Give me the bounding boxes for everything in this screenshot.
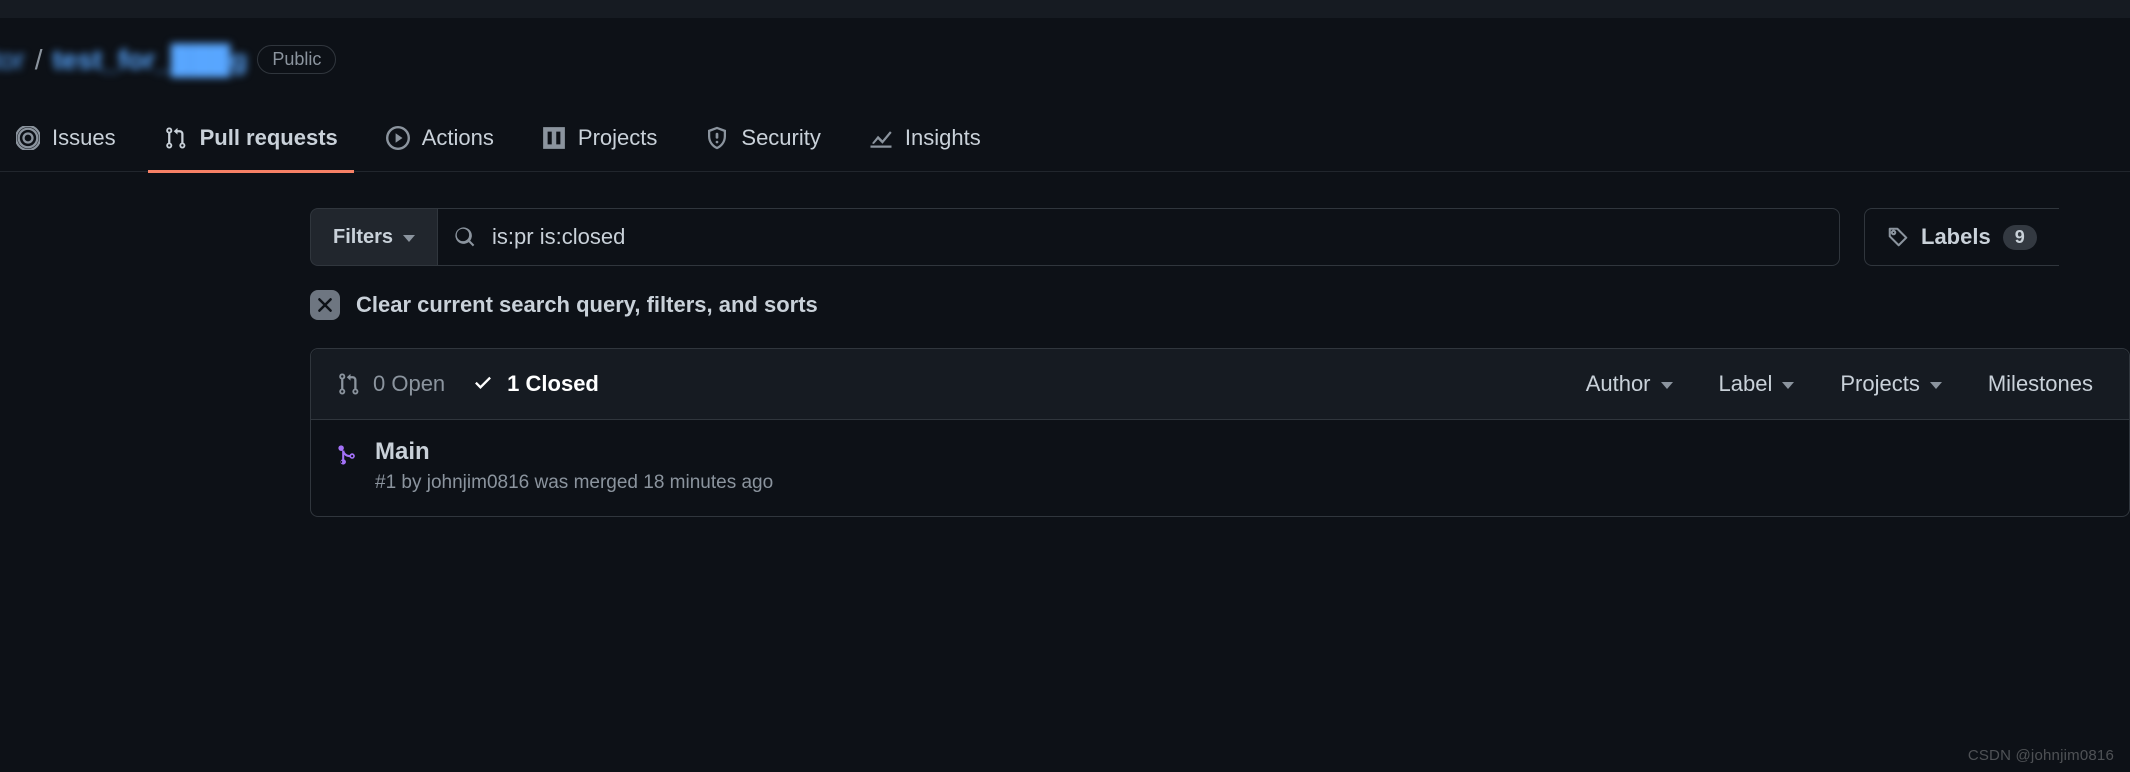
repo-header: tor / test_for_███g Public Issues Pull r… [0,18,2130,172]
tab-projects-label: Projects [578,125,657,151]
labels-button[interactable]: Labels 9 [1864,208,2059,266]
check-icon [471,372,495,396]
labels-count-badge: 9 [2003,225,2037,250]
open-tab-label: 0 Open [373,371,445,397]
tag-icon [1887,226,1909,248]
closed-tab-label: 1 Closed [507,371,599,397]
git-pull-request-icon [337,372,361,396]
filter-dropdowns: Author Label Projects Milestones [1586,371,2103,397]
tab-actions-label: Actions [422,125,494,151]
open-tab[interactable]: 0 Open [337,371,445,397]
git-merge-icon [337,444,359,466]
tab-issues[interactable]: Issues [0,111,140,171]
chevron-down-icon [403,235,415,242]
search-input[interactable] [492,224,1823,250]
close-icon [310,290,340,320]
play-icon [386,126,410,150]
clear-filters-label: Clear current search query, filters, and… [356,292,818,318]
labels-button-label: Labels [1921,224,1991,250]
filter-search-group: Filters [310,208,1840,266]
chevron-down-icon [1782,382,1794,389]
closed-tab[interactable]: 1 Closed [471,371,599,397]
search-box[interactable] [437,208,1840,266]
watermark: CSDN @johnjim0816 [1968,747,2114,764]
path-separator: / [35,42,43,77]
search-row: Filters Labels 9 [310,208,2130,266]
repo-nav: Issues Pull requests Actions Projects Se… [0,111,2130,172]
pr-list-item[interactable]: Main #1 by johnjim0816 was merged 18 min… [311,420,2129,516]
pr-item-body: Main #1 by johnjim0816 was merged 18 min… [375,438,773,494]
projects-filter[interactable]: Projects [1840,371,1941,397]
issues-content: Filters Labels 9 Clear current search qu… [0,172,2130,517]
tab-insights-label: Insights [905,125,981,151]
global-topbar [0,0,2130,18]
graph-icon [869,126,893,150]
pr-meta: #1 by johnjim0816 was merged 18 minutes … [375,472,773,494]
tab-security-label: Security [741,125,820,151]
repo-title: tor / test_for_███g Public [0,42,2130,77]
author-filter-label: Author [1586,371,1651,397]
label-filter[interactable]: Label [1719,371,1795,397]
milestones-filter-label: Milestones [1988,371,2093,397]
shield-icon [705,126,729,150]
repo-name-link[interactable]: test_for_███g [52,42,247,77]
pr-list-header: 0 Open 1 Closed Author Label Projects [311,349,2129,420]
tab-issues-label: Issues [52,125,116,151]
filters-button-label: Filters [333,226,393,249]
pr-list-box: 0 Open 1 Closed Author Label Projects [310,348,2130,517]
chevron-down-icon [1930,382,1942,389]
state-tabs: 0 Open 1 Closed [337,371,599,397]
pr-title-link[interactable]: Main [375,438,773,466]
label-filter-label: Label [1719,371,1773,397]
projects-filter-label: Projects [1840,371,1919,397]
clear-filters-button[interactable]: Clear current search query, filters, and… [310,290,2130,320]
chevron-down-icon [1661,382,1673,389]
tab-security[interactable]: Security [681,111,844,171]
tab-pull-requests-label: Pull requests [200,125,338,151]
filters-button[interactable]: Filters [310,208,437,266]
tab-projects[interactable]: Projects [518,111,681,171]
project-icon [542,126,566,150]
search-icon [454,226,476,248]
author-filter[interactable]: Author [1586,371,1673,397]
repo-owner-link[interactable]: tor [0,42,25,77]
issue-icon [16,126,40,150]
tab-actions[interactable]: Actions [362,111,518,171]
milestones-filter[interactable]: Milestones [1988,371,2093,397]
tab-pull-requests[interactable]: Pull requests [140,111,362,171]
git-pull-request-icon [164,126,188,150]
visibility-badge: Public [257,45,336,74]
tab-insights[interactable]: Insights [845,111,1005,171]
